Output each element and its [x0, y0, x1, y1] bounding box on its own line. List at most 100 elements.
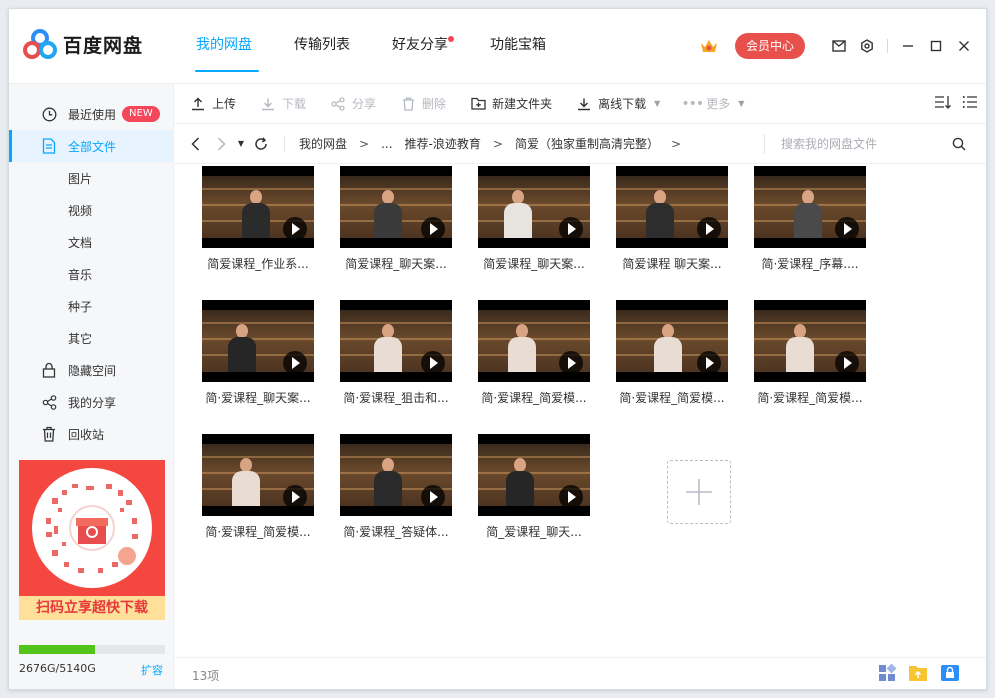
- more-button[interactable]: ••• 更多 ▼: [681, 84, 744, 124]
- breadcrumb-separator: >: [359, 136, 370, 151]
- delete-button[interactable]: 删除: [400, 84, 446, 124]
- upload-button[interactable]: 上传: [190, 84, 236, 124]
- minimize-icon[interactable]: [894, 33, 922, 59]
- presenter-figure: [794, 190, 822, 238]
- expand-storage-link[interactable]: 扩容: [141, 662, 163, 678]
- video-thumbnail: [340, 300, 452, 382]
- breadcrumb-item[interactable]: ...: [381, 137, 392, 151]
- tab-toolbox[interactable]: 功能宝箱: [483, 9, 569, 84]
- play-icon: [283, 485, 307, 509]
- upload-folder-icon[interactable]: [908, 664, 928, 686]
- file-tile[interactable]: 简爱课程_聊天案...: [340, 166, 452, 272]
- vip-center-button[interactable]: 会员中心: [735, 33, 805, 59]
- forward-arrow-icon[interactable]: [208, 124, 234, 164]
- presenter-figure: [504, 190, 532, 238]
- mail-icon[interactable]: [825, 33, 853, 59]
- list-view-icon[interactable]: [962, 94, 978, 114]
- sidebar-item-recent[interactable]: 最近使用 NEW: [9, 98, 173, 130]
- sidebar-item-label: 隐藏空间: [68, 363, 117, 378]
- header-actions: 会员中心: [695, 33, 978, 59]
- file-tile[interactable]: 简·爱课程_简爱模...: [202, 434, 314, 540]
- video-thumbnail: [616, 166, 728, 248]
- add-file-button[interactable]: [667, 460, 731, 524]
- file-tile[interactable]: 简爱课程_聊天案...: [478, 166, 590, 272]
- sidebar-item-hidden-space[interactable]: 隐藏空间: [9, 354, 173, 386]
- sidebar-item-music[interactable]: 音乐: [9, 258, 173, 290]
- file-tile[interactable]: 简·爱课程_狙击和...: [340, 300, 452, 406]
- video-thumbnail: [478, 434, 590, 516]
- tab-transfer-list[interactable]: 传输列表: [287, 9, 373, 84]
- tab-friend-share[interactable]: 好友分享: [385, 9, 471, 84]
- file-tile[interactable]: 简爱课程_作业系...: [202, 166, 314, 272]
- video-thumbnail: [754, 166, 866, 248]
- search-icon[interactable]: [952, 136, 966, 155]
- breadcrumb-item[interactable]: 我的网盘: [299, 135, 347, 152]
- download-button[interactable]: 下载: [260, 84, 306, 124]
- sidebar-item-my-share[interactable]: 我的分享: [9, 386, 173, 418]
- sidebar-item-torrents[interactable]: 种子: [9, 290, 173, 322]
- play-icon: [697, 217, 721, 241]
- sidebar-item-videos[interactable]: 视频: [9, 194, 173, 226]
- trash-icon: [40, 425, 58, 443]
- history-dropdown-icon[interactable]: ▼: [234, 124, 248, 164]
- refresh-icon[interactable]: [248, 124, 274, 164]
- sidebar-item-others[interactable]: 其它: [9, 322, 173, 354]
- file-tile[interactable]: 简_爱课程_聊天...: [478, 434, 590, 540]
- file-name: 简·爱课程_简爱模...: [481, 391, 587, 405]
- status-bar: 13项: [174, 657, 986, 689]
- presenter-figure: [374, 324, 402, 372]
- settings-icon[interactable]: [853, 33, 881, 59]
- breadcrumb-separator: >: [492, 136, 503, 151]
- play-icon: [559, 351, 583, 375]
- file-tile[interactable]: 简·爱课程_简爱模...: [616, 300, 728, 406]
- video-thumbnail: [202, 166, 314, 248]
- sidebar-item-images[interactable]: 图片: [9, 162, 173, 194]
- search-input[interactable]: [781, 137, 941, 151]
- download-label: 下载: [282, 97, 307, 111]
- play-icon: [421, 351, 445, 375]
- sidebar: 最近使用 NEW 全部文件 图片 视频 文档 音乐 种子 其它 隐藏空间 我的分…: [9, 84, 174, 689]
- file-name: 简·爱课程_序幕....: [761, 257, 859, 271]
- file-tile[interactable]: 简·爱课程_聊天案...: [202, 300, 314, 406]
- presenter-figure: [654, 324, 682, 372]
- top-header: 百度网盘 我的网盘 传输列表 好友分享 功能宝箱 会员中心: [9, 9, 986, 84]
- video-thumbnail: [340, 166, 452, 248]
- tab-my-disk[interactable]: 我的网盘: [189, 9, 275, 84]
- share-button[interactable]: 分享: [330, 84, 376, 124]
- delete-label: 删除: [422, 97, 447, 111]
- main-content: 上传 下载 分享 删除 新建文件夹 离线下载 ▼ ••• 更多 ▼ ▼ 我的网盘…: [174, 84, 986, 689]
- file-tile[interactable]: 简·爱课程_序幕....: [754, 166, 866, 272]
- apps-grid-icon[interactable]: [878, 663, 897, 686]
- vault-lock-icon[interactable]: [940, 664, 960, 686]
- more-dots-icon: •••: [681, 95, 704, 112]
- new-folder-icon: [470, 96, 486, 112]
- video-thumbnail: [478, 300, 590, 382]
- promo-banner[interactable]: 扫码立享超快下载: [19, 460, 165, 620]
- file-tile[interactable]: 简·爱课程_答疑体...: [340, 434, 452, 540]
- app-logo[interactable]: 百度网盘: [23, 29, 143, 59]
- breadcrumb-item[interactable]: 推荐-浪迹教育: [405, 135, 481, 152]
- video-thumbnail: [202, 300, 314, 382]
- sidebar-item-all-files[interactable]: 全部文件: [9, 130, 173, 162]
- crown-icon[interactable]: [695, 33, 723, 59]
- path-bar: ▼ 我的网盘 > ... 推荐-浪迹教育 > 简爱（独家重制高清完整） >: [174, 124, 986, 164]
- offline-download-button[interactable]: 离线下载 ▼: [576, 84, 660, 124]
- share-label: 分享: [352, 97, 377, 111]
- file-tile[interactable]: 简·爱课程_简爱模...: [754, 300, 866, 406]
- sidebar-item-documents[interactable]: 文档: [9, 226, 173, 258]
- sidebar-item-recycle-bin[interactable]: 回收站: [9, 418, 173, 450]
- close-icon[interactable]: [950, 33, 978, 59]
- maximize-icon[interactable]: [922, 33, 950, 59]
- file-tile[interactable]: 简·爱课程_简爱模...: [478, 300, 590, 406]
- back-arrow-icon[interactable]: [182, 124, 208, 164]
- file-tile[interactable]: 简爱课程 聊天案...: [616, 166, 728, 272]
- more-label: 更多: [706, 97, 731, 111]
- breadcrumb-item[interactable]: 简爱（独家重制高清完整）: [515, 135, 659, 152]
- new-folder-label: 新建文件夹: [492, 97, 553, 111]
- file-name: 简·爱课程_答疑体...: [343, 525, 449, 539]
- file-name: 简爱课程_聊天案...: [483, 257, 585, 271]
- file-name: 简_爱课程_聊天...: [486, 525, 582, 539]
- presenter-figure: [786, 324, 814, 372]
- sort-icon[interactable]: [934, 94, 952, 114]
- new-folder-button[interactable]: 新建文件夹: [470, 84, 552, 124]
